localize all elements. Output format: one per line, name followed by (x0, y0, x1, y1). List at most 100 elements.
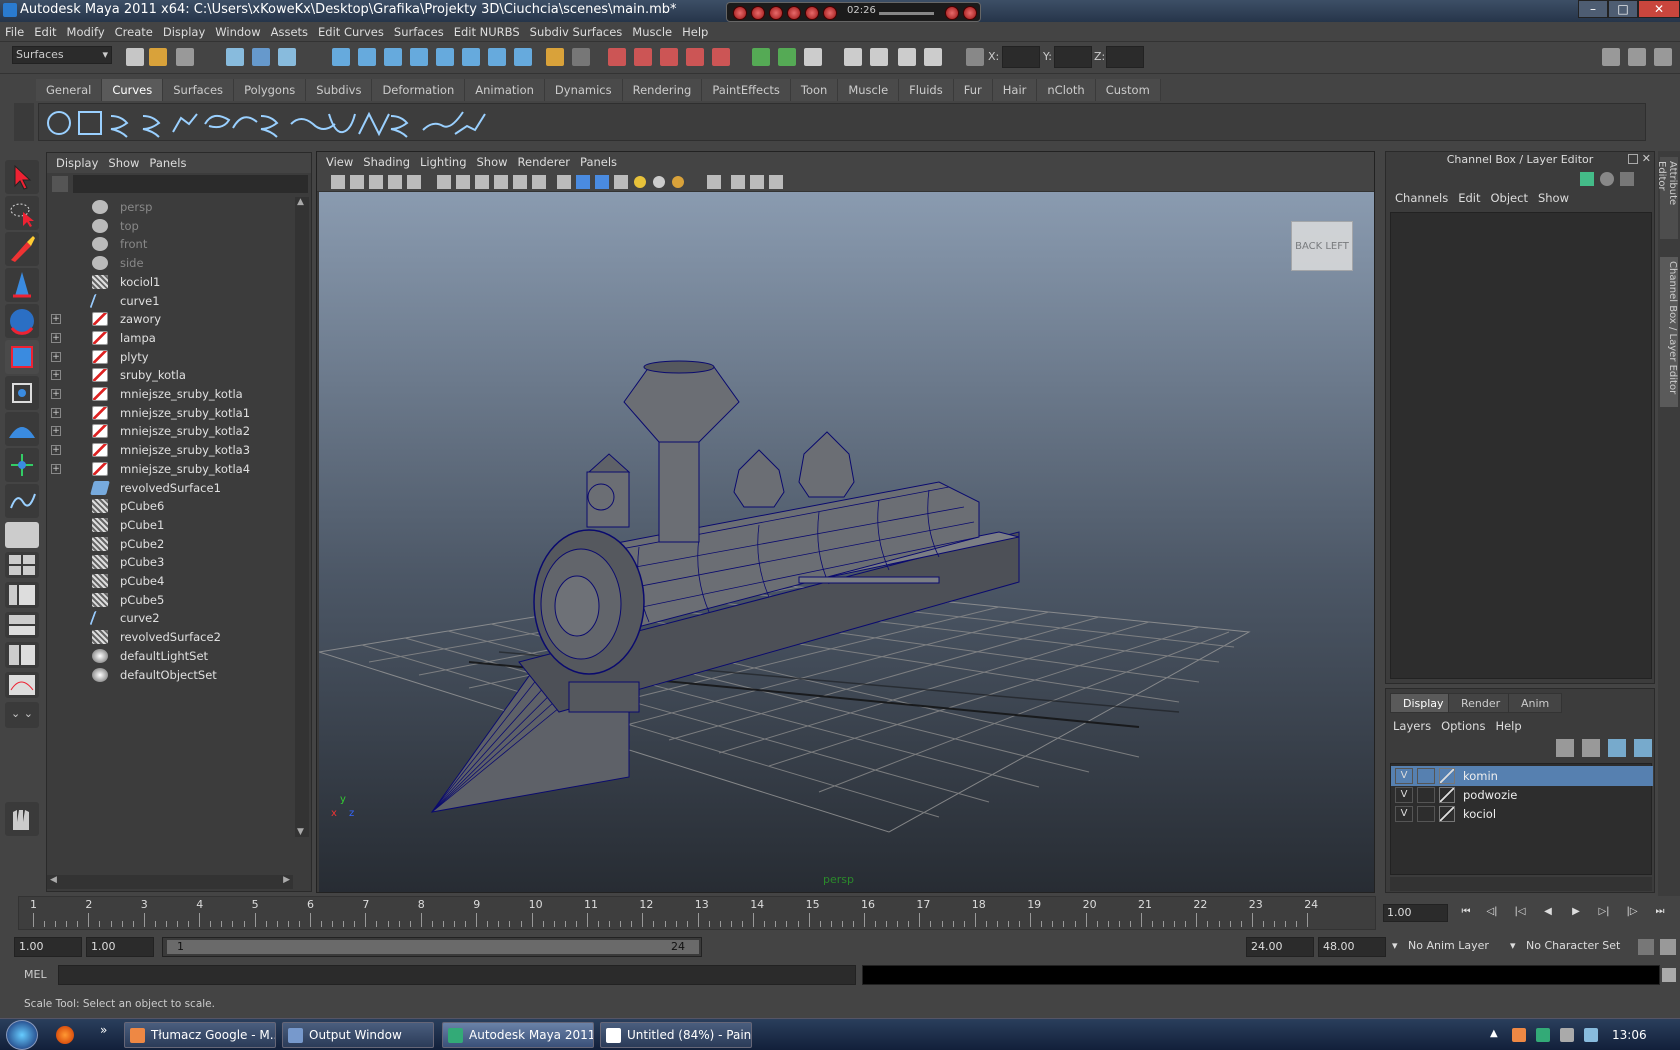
range-slider-track[interactable]: 1 24 (162, 937, 702, 957)
firefox-quicklaunch-icon[interactable] (56, 1026, 74, 1044)
outliner-item[interactable]: pCube1 (47, 515, 293, 535)
go-to-end-icon[interactable]: ⏭ (1652, 906, 1668, 920)
outliner-item[interactable]: revolvedSurface1 (47, 478, 293, 498)
layer-menu-layers[interactable]: Layers (1388, 717, 1436, 735)
layer-color-icon[interactable] (1439, 787, 1455, 803)
mask-icon-6[interactable] (462, 48, 480, 66)
media-close-icon[interactable] (963, 6, 977, 20)
lock-icon[interactable] (546, 48, 564, 66)
soft-mod-tool-icon[interactable] (5, 412, 39, 446)
square-curve-icon[interactable] (78, 111, 102, 135)
network-icon[interactable] (1536, 1028, 1550, 1042)
command-language-label[interactable]: MEL (24, 968, 47, 981)
lasso-tool-icon[interactable] (5, 196, 39, 230)
expand-icon[interactable]: + (51, 445, 61, 456)
shelf-tab-surfaces[interactable]: Surfaces (163, 79, 235, 101)
layer-type-toggle[interactable] (1417, 787, 1435, 803)
menu-window[interactable]: Window (210, 22, 265, 42)
shelf-tab-painteffects[interactable]: PaintEffects (702, 79, 791, 101)
x-field[interactable] (1002, 46, 1040, 68)
anim-layer-select[interactable]: ▾ No Anim Layer (1392, 937, 1506, 957)
viewport-menu-show[interactable]: Show (472, 152, 513, 172)
media-seek-bar[interactable] (879, 12, 934, 15)
tray-expand-icon[interactable]: ▲ (1490, 1028, 1504, 1042)
taskbar-task[interactable]: Tłumacz Google - M... (124, 1022, 276, 1048)
play-forwards-icon[interactable]: ▶ (1568, 906, 1584, 920)
outliner-item[interactable]: + mniejsze_sruby_kotla1 (47, 403, 293, 423)
outliner-filter-icon[interactable] (52, 176, 68, 192)
float-panel-icon[interactable] (1628, 154, 1638, 164)
detach-curve-icon[interactable] (328, 113, 356, 134)
outliner-item[interactable]: + zawory (47, 309, 293, 329)
shelf-tab-deformation[interactable]: Deformation (372, 79, 466, 101)
media-play-icon[interactable] (769, 6, 783, 20)
menu-create[interactable]: Create (110, 22, 158, 42)
time-slider-track[interactable]: 1 2 3 4 5 6 7 8 9 10 11 12 13 14 15 16 17 18 19 20 21 22 23 24 (18, 896, 1376, 930)
circle-curve-icon[interactable] (47, 111, 71, 135)
media-stop-icon[interactable] (805, 6, 819, 20)
attach-curve-icon[interactable] (290, 118, 336, 130)
expand-icon[interactable]: + (51, 463, 61, 474)
step-back-frame-icon[interactable]: ◁| (1484, 906, 1500, 920)
layer-visibility-toggle[interactable]: V (1395, 806, 1413, 822)
channel-box-menu-show[interactable]: Show (1533, 188, 1574, 208)
history-icon[interactable] (752, 48, 770, 66)
outliner-item[interactable]: + sruby_kotla (47, 365, 293, 385)
menu-surfaces[interactable]: Surfaces (389, 22, 449, 42)
layer-menu-help[interactable]: Help (1490, 717, 1526, 735)
close-button[interactable]: ✕ (1638, 0, 1680, 18)
play-backwards-icon[interactable]: ◀ (1540, 906, 1556, 920)
expand-icon[interactable]: + (51, 351, 61, 362)
snap-view-icon[interactable] (686, 48, 704, 66)
attribute-editor-tab[interactable]: Attribute Editor (1656, 157, 1678, 239)
outliner-item[interactable]: + mniejsze_sruby_kotla (47, 384, 293, 404)
render-icon[interactable] (804, 48, 822, 66)
layer-tab-render[interactable]: Render (1448, 693, 1514, 713)
snap-curve-icon[interactable] (634, 48, 652, 66)
mask-icon-3[interactable] (384, 48, 402, 66)
shelf-tab-rendering[interactable]: Rendering (622, 79, 703, 101)
outliner-search-input[interactable] (73, 175, 308, 193)
media-next-icon[interactable] (787, 6, 801, 20)
frame-all-icon[interactable] (750, 175, 764, 189)
channel-box-icon-2[interactable] (1600, 172, 1614, 186)
channel-box-menu-edit[interactable]: Edit (1453, 188, 1485, 208)
outliner-item[interactable]: defaultObjectSet (47, 665, 293, 685)
show-manipulator-icon[interactable] (5, 448, 39, 482)
paint-select-tool-icon[interactable] (5, 232, 39, 266)
shelf-tab-dynamics[interactable]: Dynamics (544, 79, 623, 101)
mask-icon-1[interactable] (332, 48, 350, 66)
scale-tool-icon[interactable] (5, 340, 39, 374)
auto-key-icon[interactable] (1638, 939, 1654, 955)
new-layer-icon[interactable] (1608, 739, 1626, 757)
viewport-menu-shading[interactable]: Shading (358, 152, 415, 172)
outliner-item[interactable]: + mniejsze_sruby_kotla2 (47, 421, 293, 441)
outliner-layout-icon[interactable] (5, 582, 39, 608)
arc-icon-2[interactable] (232, 116, 258, 129)
cv-curve-icon[interactable] (110, 115, 129, 138)
select-component-icon[interactable] (278, 48, 296, 66)
outliner-item[interactable]: persp (47, 197, 293, 217)
expand-icon[interactable]: + (51, 407, 61, 418)
expand-icon[interactable]: + (51, 332, 61, 343)
outliner-item[interactable]: + mniejsze_sruby_kotla4 (47, 459, 293, 479)
offset-curve-icon[interactable] (260, 115, 279, 138)
media-eject-icon[interactable] (823, 6, 837, 20)
playback-start-field[interactable]: 1.00 (86, 937, 154, 957)
outliner-item[interactable]: + plyty (47, 347, 293, 367)
select-camera-icon[interactable] (331, 175, 345, 189)
outliner-item[interactable]: curve1 (47, 291, 293, 311)
outliner-item[interactable]: pCube3 (47, 552, 293, 572)
high-quality-icon[interactable] (634, 176, 646, 188)
question-icon[interactable] (514, 48, 532, 66)
layer-type-toggle[interactable] (1417, 806, 1435, 822)
layout-more-icon[interactable]: ⌄ ⌄ (5, 702, 39, 728)
layer-tab-anim[interactable]: Anim (1508, 693, 1563, 713)
quicklaunch-more-icon[interactable]: » (100, 1023, 107, 1037)
expand-icon[interactable]: + (51, 314, 61, 325)
playback-end-field[interactable]: 24.00 (1246, 937, 1314, 957)
menu-edit[interactable]: Edit (29, 22, 61, 42)
graph-layout-icon[interactable] (5, 612, 39, 638)
layer-tab-display[interactable]: Display (1390, 693, 1457, 713)
outliner-item[interactable]: + mniejsze_sruby_kotla3 (47, 440, 293, 460)
